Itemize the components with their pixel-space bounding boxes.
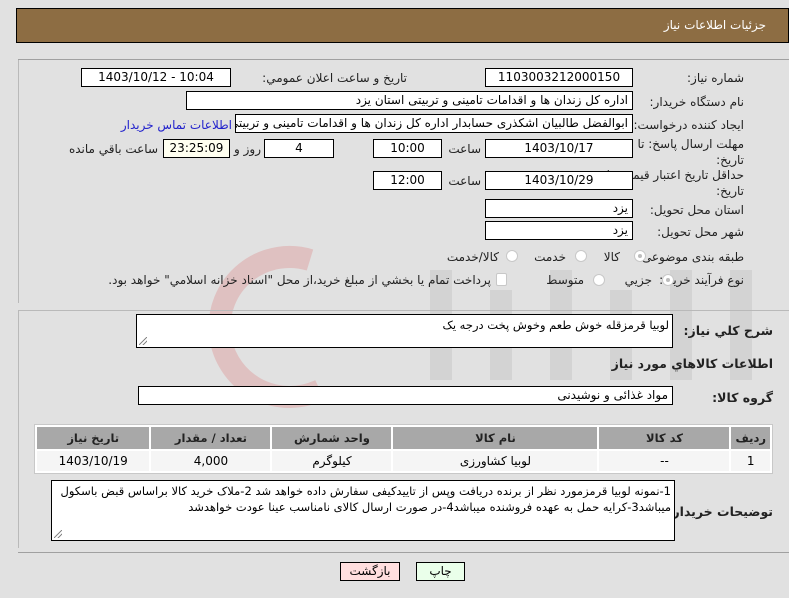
need-number-label: شماره نياز: [687, 71, 744, 85]
goods-group-label: گروه کالا: [712, 390, 773, 405]
items-table: رديف کد کالا نام کالا واحد شمارش تعداد /… [34, 424, 773, 474]
items-table-header: رديف کد کالا نام کالا واحد شمارش تعداد /… [37, 427, 770, 449]
cell-need-date: 1403/10/19 [37, 451, 150, 471]
category-radio-service[interactable] [575, 250, 587, 262]
purchase-type-minor-label: جزيي [624, 273, 652, 287]
description-textarea[interactable]: لوبیا قرمزقله خوش طعم وخوش پخت درجه یک [136, 314, 673, 348]
page-header: جزئيات اطلاعات نياز [16, 8, 789, 43]
cell-row-number: 1 [731, 451, 770, 471]
goods-group-field: مواد غذائی و نوشیدنی [138, 386, 673, 405]
table-row: 1 -- لوبیا کشاورزی کیلوگرم 4,000 1403/10… [37, 451, 770, 471]
cell-quantity: 4,000 [151, 451, 271, 471]
deadline-time-field: 10:00 [373, 139, 442, 158]
need-number-field: 1103003212000150 [485, 68, 633, 87]
province-label: استان محل تحويل: [649, 203, 744, 217]
days-and-label: روز و [234, 142, 261, 156]
col-quantity: تعداد / مقدار [151, 427, 271, 449]
buyer-contact-link[interactable]: اطلاعات تماس خريدار [121, 118, 232, 132]
col-item-code: کد کالا [599, 427, 730, 449]
price-validity-time-field: 12:00 [373, 171, 442, 190]
deadline-time-label: ساعت [448, 142, 481, 156]
buyer-org-field: اداره کل زندان ها و اقدامات تامینی و ترب… [186, 91, 633, 110]
time-remaining-field: 23:25:09 [163, 139, 230, 158]
treasury-checkbox-label: پرداخت تمام يا بخشي از مبلغ خريد،از محل … [108, 273, 491, 287]
buyer-notes-textarea[interactable]: 1-نمونه لوبیا قرمزمورد نظر از برنده دریا… [51, 480, 675, 541]
col-item-name: نام کالا [393, 427, 598, 449]
requester-field: ابوالفضل طالبیان اشکذری حسابدار اداره کل… [235, 114, 633, 133]
days-remaining-field: 4 [264, 139, 334, 158]
page-title: جزئيات اطلاعات نياز [663, 18, 766, 32]
cell-item-code: -- [599, 451, 730, 471]
time-remaining-label: ساعت باقي مانده [68, 142, 158, 156]
deadline-date-field: 1403/10/17 [485, 139, 633, 158]
category-option-goods-label: کالا [603, 250, 620, 264]
col-need-date: تاريخ نياز [37, 427, 150, 449]
resize-grip-icon[interactable] [139, 337, 147, 345]
print-button[interactable]: چاپ [416, 562, 465, 581]
cell-item-name: لوبیا کشاورزی [393, 451, 598, 471]
price-validity-time-label: ساعت [448, 174, 481, 188]
cell-unit: کیلوگرم [272, 451, 392, 471]
price-validity-date-field: 1403/10/29 [485, 171, 633, 190]
purchase-type-medium-label: متوسط [546, 273, 584, 287]
category-radio-goods[interactable] [634, 250, 646, 262]
announce-datetime-field: 1403/10/12 - 10:04 [81, 68, 231, 87]
goods-section-title: اطلاعات کالاهاي مورد نياز [611, 356, 773, 371]
purchase-type-radio-minor[interactable] [662, 274, 674, 286]
city-label: شهر محل تحويل: [657, 225, 744, 239]
buyer-notes-text: 1-نمونه لوبیا قرمزمورد نظر از برنده دریا… [60, 484, 671, 514]
city-field: یزد [485, 221, 633, 240]
back-button[interactable]: بازگشت [340, 562, 400, 581]
category-option-service-label: خدمت [534, 250, 566, 264]
description-label: شرح کلي نياز: [683, 323, 773, 338]
requester-label: ايجاد کننده درخواست: [633, 118, 744, 132]
deadline-label: مهلت ارسال پاسخ: تا تاريخ: [637, 137, 744, 167]
category-option-goods-service-label: کالا/خدمت [446, 250, 499, 264]
resize-grip-icon[interactable] [54, 530, 62, 538]
purchase-type-radio-medium[interactable] [593, 274, 605, 286]
divider [18, 552, 789, 553]
province-field: یزد [485, 199, 633, 218]
category-radio-goods-service[interactable] [506, 250, 518, 262]
col-unit: واحد شمارش [272, 427, 392, 449]
buyer-notes-label: توضيحات خريدار: [667, 504, 773, 519]
col-row-number: رديف [731, 427, 770, 449]
treasury-checkbox[interactable] [496, 273, 507, 286]
buyer-org-label: نام دستگاه خريدار: [649, 95, 745, 109]
description-text: لوبیا قرمزقله خوش طعم وخوش پخت درجه یک [442, 318, 669, 332]
category-label: طبقه بندی موضوعی: [637, 250, 744, 264]
announce-label: تاريخ و ساعت اعلان عمومي: [262, 71, 407, 85]
